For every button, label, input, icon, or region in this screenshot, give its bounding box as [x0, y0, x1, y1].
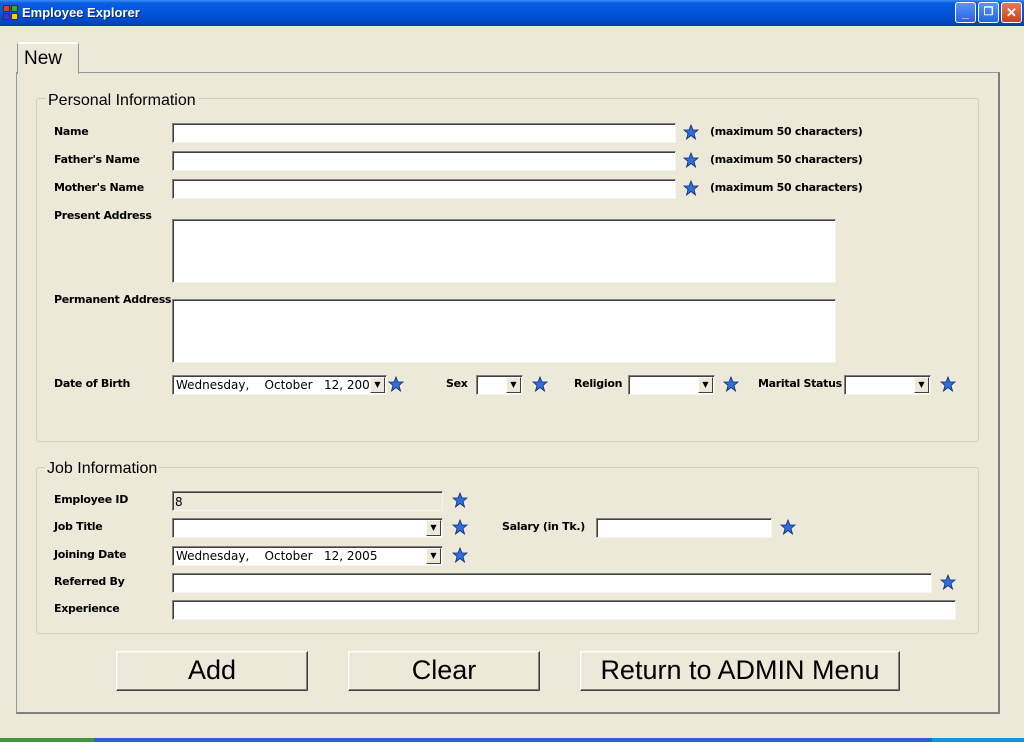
permanent-address-label: Permanent Address: [54, 293, 172, 306]
minimize-button[interactable]: _: [955, 2, 976, 23]
religion-select[interactable]: ▼: [628, 375, 715, 395]
required-star-icon: [683, 180, 699, 196]
required-star-icon: [780, 519, 796, 535]
employee-id-label: Employee ID: [54, 493, 129, 506]
date-of-birth-label: Date of Birth: [54, 377, 131, 390]
chevron-down-icon[interactable]: ▼: [506, 377, 521, 393]
sex-select[interactable]: ▼: [476, 375, 523, 395]
taskbar-strip: [0, 738, 1024, 742]
chevron-down-icon[interactable]: ▼: [914, 377, 929, 393]
marital-status-label: Marital Status: [758, 377, 842, 390]
add-button[interactable]: Add: [116, 651, 308, 691]
required-star-icon: [940, 574, 956, 590]
date-of-birth-value: Wednesday, October 12, 2005: [176, 378, 378, 392]
joining-date-value: Wednesday, October 12, 2005: [176, 549, 378, 563]
required-star-icon: [723, 376, 739, 392]
name-max-note: (maximum 50 characters): [710, 125, 863, 138]
salary-label: Salary (in Tk.): [502, 520, 585, 533]
marital-status-select[interactable]: ▼: [844, 375, 931, 395]
mother-name-label: Mother's Name: [54, 181, 144, 194]
title-bar: Employee Explorer _ ❐ ✕: [0, 0, 1024, 26]
return-to-admin-menu-button[interactable]: Return to ADMIN Menu: [580, 651, 900, 691]
required-star-icon: [532, 376, 548, 392]
referred-by-label: Referred By: [54, 575, 125, 588]
required-star-icon: [683, 152, 699, 168]
chevron-down-icon[interactable]: ▼: [426, 520, 441, 536]
app-icon: [3, 5, 19, 21]
chevron-down-icon[interactable]: ▼: [698, 377, 713, 393]
father-name-input[interactable]: [172, 151, 676, 171]
mother-name-max-note: (maximum 50 characters): [710, 181, 863, 194]
name-input[interactable]: [172, 123, 676, 143]
tab-new[interactable]: New: [17, 42, 79, 74]
joining-date-label: Joining Date: [54, 548, 127, 561]
required-star-icon: [452, 492, 468, 508]
father-name-max-note: (maximum 50 characters): [710, 153, 863, 166]
religion-label: Religion: [574, 377, 623, 390]
maximize-button[interactable]: ❐: [978, 2, 999, 23]
salary-input[interactable]: [596, 518, 772, 538]
joining-date-picker[interactable]: Wednesday, October 12, 2005 ▼: [172, 546, 443, 566]
job-title-select[interactable]: ▼: [172, 518, 443, 538]
required-star-icon: [452, 519, 468, 535]
date-of-birth-picker[interactable]: Wednesday, October 12, 2005 ▼: [172, 375, 387, 395]
chevron-down-icon[interactable]: ▼: [370, 377, 385, 393]
required-star-icon: [388, 376, 404, 392]
employee-id-input[interactable]: [172, 491, 443, 511]
present-address-label: Present Address: [54, 209, 152, 222]
chevron-down-icon[interactable]: ▼: [426, 548, 441, 564]
clear-button[interactable]: Clear: [348, 651, 540, 691]
job-title-label: Job Title: [54, 520, 103, 533]
required-star-icon: [683, 124, 699, 140]
required-star-icon: [940, 376, 956, 392]
window-title: Employee Explorer: [22, 5, 140, 20]
personal-information-title: Personal Information: [46, 92, 198, 110]
permanent-address-input[interactable]: [172, 299, 836, 363]
job-information-title: Job Information: [45, 460, 160, 478]
father-name-label: Father's Name: [54, 153, 140, 166]
referred-by-input[interactable]: [172, 573, 932, 593]
sex-label: Sex: [446, 377, 468, 390]
name-label: Name: [54, 125, 89, 138]
required-star-icon: [452, 547, 468, 563]
mother-name-input[interactable]: [172, 179, 676, 199]
present-address-input[interactable]: [172, 219, 836, 283]
experience-input[interactable]: [172, 600, 956, 620]
close-button[interactable]: ✕: [1001, 2, 1022, 23]
experience-label: Experience: [54, 602, 120, 615]
